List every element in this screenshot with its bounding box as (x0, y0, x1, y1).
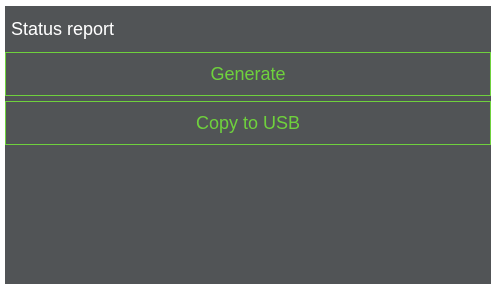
status-report-panel: Status report Generate Copy to USB (5, 6, 491, 284)
generate-button[interactable]: Generate (5, 52, 491, 96)
copy-to-usb-button[interactable]: Copy to USB (5, 101, 491, 145)
page-title: Status report (11, 19, 115, 39)
